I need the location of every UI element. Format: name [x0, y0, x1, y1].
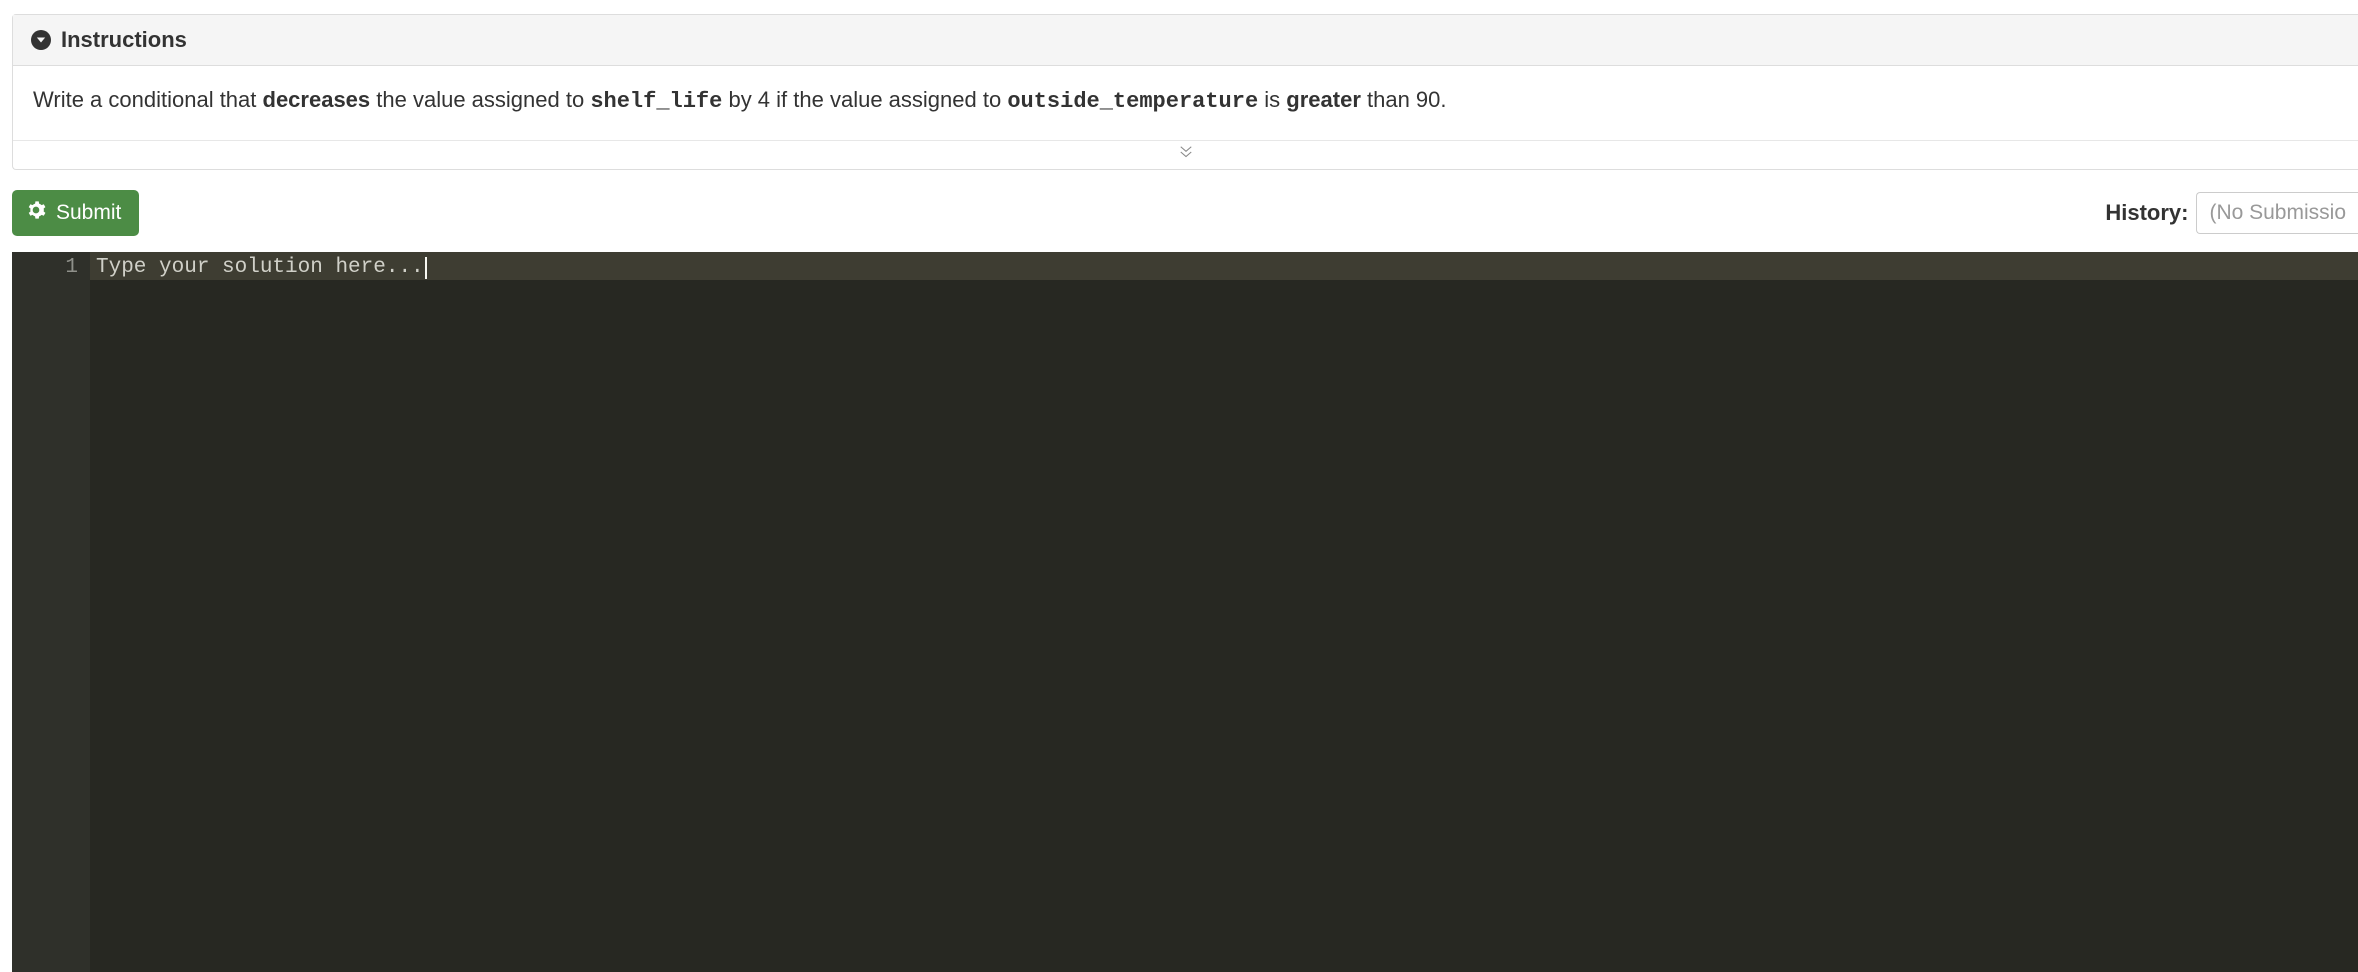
code-editor[interactable]: 1 Type your solution here... — [12, 252, 2358, 972]
instruction-bold-decreases: decreases — [263, 87, 371, 112]
instruction-text: Write a conditional that — [33, 87, 263, 112]
history-label: History: — [2105, 200, 2188, 226]
submit-button-label: Submit — [56, 201, 121, 225]
instructions-panel: Instructions Write a conditional that de… — [12, 14, 2358, 170]
history-select[interactable]: (No Submissio — [2196, 192, 2358, 234]
history-select-value: (No Submissio — [2209, 201, 2346, 224]
instructions-body: Write a conditional that decreases the v… — [13, 66, 2358, 141]
instruction-code-outside-temperature: outside_temperature — [1007, 89, 1258, 114]
instruction-text: than 90. — [1361, 87, 1447, 112]
instruction-text: is — [1258, 87, 1286, 112]
text-cursor — [425, 257, 427, 279]
double-chevron-down-icon — [1177, 143, 1195, 167]
instructions-header[interactable]: Instructions — [13, 15, 2358, 66]
chevron-down-icon — [31, 30, 51, 50]
history-section: History: (No Submissio — [2105, 192, 2358, 234]
toolbar: Submit History: (No Submissio — [0, 170, 2358, 252]
instruction-text: the value assigned to — [370, 87, 590, 112]
line-number: 1 — [12, 254, 78, 282]
expand-collapse-bar[interactable] — [13, 141, 2358, 169]
instruction-code-shelf-life: shelf_life — [590, 89, 722, 114]
instruction-bold-greater: greater — [1286, 87, 1361, 112]
instructions-title: Instructions — [61, 27, 187, 53]
submit-button[interactable]: Submit — [12, 190, 139, 236]
editor-code-area[interactable]: Type your solution here... — [90, 252, 2358, 972]
editor-gutter: 1 — [12, 252, 90, 972]
instruction-text: by 4 if the value assigned to — [722, 87, 1007, 112]
editor-placeholder: Type your solution here... — [90, 252, 2358, 282]
gear-icon — [26, 200, 46, 226]
